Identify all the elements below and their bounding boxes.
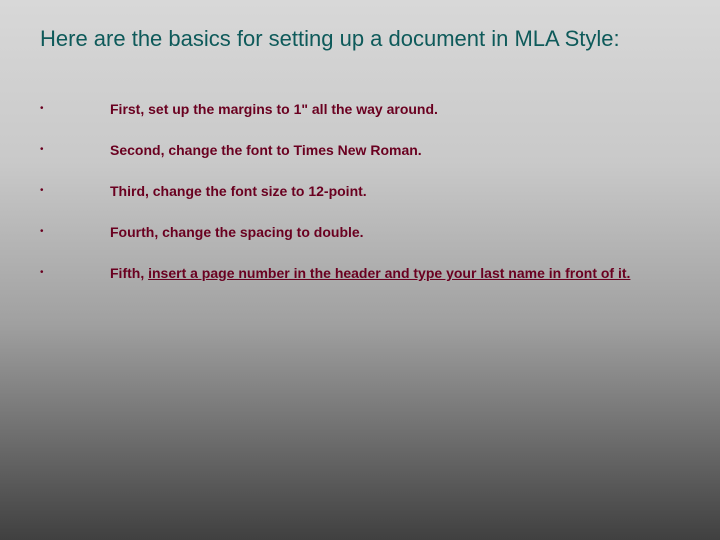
list-item: • First, set up the margins to 1" all th… [40,100,680,119]
bullet-list: • First, set up the margins to 1" all th… [40,100,680,282]
bullet-prefix: Fifth, [110,265,148,281]
bullet-underlined: insert a page number in the header and t… [148,265,630,281]
bullet-text: Fourth, change the spacing to double. [110,223,364,242]
list-item: • Second, change the font to Times New R… [40,141,680,160]
bullet-text: Second, change the font to Times New Rom… [110,141,422,160]
list-item: • Fourth, change the spacing to double. [40,223,680,242]
list-item: • Third, change the font size to 12-poin… [40,182,680,201]
slide-title: Here are the basics for setting up a doc… [40,26,680,52]
list-item: • Fifth, insert a page number in the hea… [40,264,680,283]
bullet-icon: • [40,100,110,118]
bullet-text: First, set up the margins to 1" all the … [110,100,438,119]
slide: Here are the basics for setting up a doc… [0,0,720,282]
bullet-icon: • [40,182,110,200]
bullet-icon: • [40,223,110,241]
bullet-icon: • [40,141,110,159]
bullet-text: Fifth, insert a page number in the heade… [110,264,630,283]
bullet-icon: • [40,264,110,282]
bullet-text: Third, change the font size to 12-point. [110,182,367,201]
